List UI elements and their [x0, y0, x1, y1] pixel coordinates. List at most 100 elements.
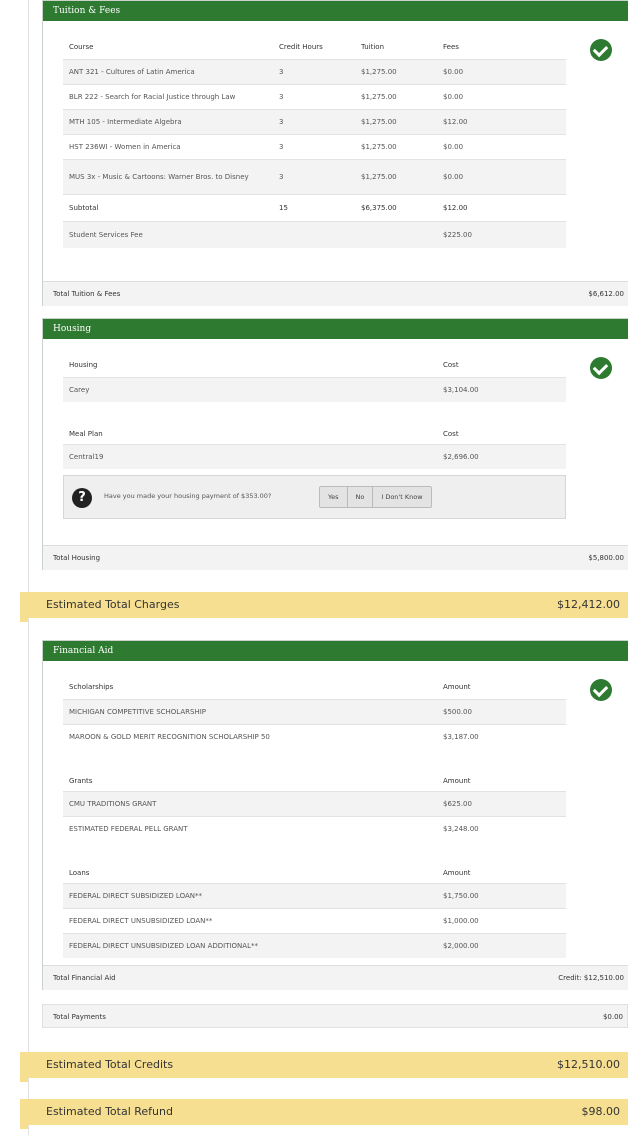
- left-rail: [28, 0, 29, 1135]
- fees-amount: $12.00: [437, 109, 566, 135]
- course-name: BLR 222 - Search for Racial Justice thro…: [63, 84, 273, 110]
- estimated-total-credits-bar: Estimated Total Credits $12,510.00: [20, 1052, 628, 1082]
- table-row: Central19 $2,696.00: [63, 444, 566, 469]
- housing-payment-question: ? Have you made your housing payment of …: [63, 475, 566, 519]
- aid-name: MAROON & GOLD MERIT RECOGNITION SCHOLARS…: [63, 724, 437, 749]
- housing-total-value: $5,800.00: [588, 554, 624, 562]
- housing-total-label: Total Housing: [53, 554, 101, 562]
- tuition-total-row: Total Tuition & Fees $6,612.00: [43, 281, 628, 306]
- tuition-amount: $1,275.00: [355, 159, 437, 195]
- credit-hours: 3: [273, 159, 355, 195]
- housing-name: Carey: [63, 377, 437, 402]
- tuition-total-value: $6,612.00: [588, 290, 624, 298]
- table-header-row: Loans Amount: [63, 841, 566, 884]
- financial-aid-total-label: Total Financial Aid: [53, 974, 116, 982]
- column-header: Cost: [443, 361, 459, 369]
- estimated-total-credits-value: $12,510.00: [557, 1058, 620, 1071]
- aid-name: FEDERAL DIRECT UNSUBSIDIZED LOAN ADDITIO…: [63, 933, 437, 958]
- course-name: ANT 321 - Cultures of Latin America: [63, 59, 273, 85]
- tuition-panel: Tuition & Fees Course Credit Hours Tuiti…: [42, 0, 628, 306]
- financial-aid-panel-title: Financial Aid: [43, 641, 628, 661]
- ribbon-tab: [20, 1099, 28, 1129]
- table-row: FEDERAL DIRECT UNSUBSIDIZED LOAN** $1,00…: [63, 908, 566, 934]
- tuition-amount: $1,275.00: [355, 109, 437, 135]
- subtotal-row: Subtotal 15 $6,375.00 $12.00: [63, 194, 566, 222]
- total-payments-value: $0.00: [602, 1013, 623, 1021]
- answer-button-group: Yes No I Don't Know: [319, 486, 432, 508]
- column-header: Tuition: [361, 43, 385, 51]
- no-button[interactable]: No: [348, 487, 374, 507]
- table-row: ANT 321 - Cultures of Latin America 3 $1…: [63, 59, 566, 85]
- housing-total-row: Total Housing $5,800.00: [43, 545, 628, 570]
- table-header-row: Meal Plan Cost: [63, 402, 566, 445]
- table-header-row: Course Credit Hours Tuition Fees: [63, 35, 566, 60]
- total-payments-label: Total Payments: [53, 1013, 106, 1021]
- aid-amount: $3,187.00: [437, 724, 566, 749]
- tuition-table: Course Credit Hours Tuition Fees ANT 321…: [63, 35, 566, 248]
- estimated-total-charges-bar: Estimated Total Charges $12,412.00: [20, 592, 628, 622]
- service-fee-row: Student Services Fee $225.00: [63, 221, 566, 248]
- tuition-panel-title: Tuition & Fees: [43, 1, 628, 21]
- question-icon: ?: [72, 488, 92, 508]
- tuition-total-label: Total Tuition & Fees: [53, 290, 121, 298]
- aid-amount: $625.00: [437, 791, 566, 817]
- subtotal-fees: $12.00: [437, 194, 566, 222]
- column-header: Amount: [443, 683, 471, 691]
- aid-amount: $500.00: [437, 699, 566, 725]
- column-header: Amount: [443, 869, 471, 877]
- aid-name: CMU TRADITIONS GRANT: [63, 791, 437, 817]
- housing-panel: Housing Housing Cost Carey $3,104.00 Mea…: [42, 318, 628, 570]
- financial-aid-panel: Financial Aid Scholarships Amount MICHIG…: [42, 640, 628, 990]
- tuition-amount: $1,275.00: [355, 134, 437, 160]
- fees-amount: $0.00: [437, 159, 566, 195]
- subtotal-hours: 15: [273, 194, 355, 222]
- aid-name: ESTIMATED FEDERAL PELL GRANT: [63, 816, 437, 841]
- estimated-total-charges-label: Estimated Total Charges: [46, 598, 180, 611]
- credit-hours: 3: [273, 134, 355, 160]
- estimated-total-refund-label: Estimated Total Refund: [46, 1105, 173, 1118]
- course-name: MTH 105 - Intermediate Algebra: [63, 109, 273, 135]
- aid-name: FEDERAL DIRECT UNSUBSIDIZED LOAN**: [63, 908, 437, 934]
- column-header: Amount: [443, 777, 471, 785]
- credit-hours: 3: [273, 109, 355, 135]
- column-header: Cost: [443, 430, 459, 438]
- column-header: Grants: [69, 777, 93, 785]
- aid-amount: $1,000.00: [437, 908, 566, 934]
- table-header-row: Grants Amount: [63, 749, 566, 792]
- table-row: ESTIMATED FEDERAL PELL GRANT $3,248.00: [63, 816, 566, 841]
- yes-button[interactable]: Yes: [320, 487, 348, 507]
- meal-plan-cost: $2,696.00: [437, 444, 566, 469]
- fees-amount: $0.00: [437, 134, 566, 160]
- estimated-total-charges-value: $12,412.00: [557, 598, 620, 611]
- credit-hours: 3: [273, 59, 355, 85]
- column-header: Housing: [69, 361, 98, 369]
- fees-amount: $0.00: [437, 84, 566, 110]
- dont-know-button[interactable]: I Don't Know: [373, 487, 430, 507]
- estimated-total-refund-value: $98.00: [581, 1105, 621, 1118]
- service-fee-amount: $225.00: [437, 221, 566, 248]
- subtotal-label: Subtotal: [63, 194, 273, 222]
- ribbon-tab: [20, 1052, 28, 1082]
- table-row: MAROON & GOLD MERIT RECOGNITION SCHOLARS…: [63, 724, 566, 749]
- table-row: CMU TRADITIONS GRANT $625.00: [63, 791, 566, 817]
- meal-plan-name: Central19: [63, 444, 437, 469]
- table-row: MICHIGAN COMPETITIVE SCHOLARSHIP $500.00: [63, 699, 566, 725]
- complete-check-icon: [590, 679, 612, 701]
- subtotal-tuition: $6,375.00: [355, 194, 437, 222]
- table-row: BLR 222 - Search for Racial Justice thro…: [63, 84, 566, 110]
- table-row: MUS 3x - Music & Cartoons: Warner Bros. …: [63, 159, 566, 195]
- column-header: Credit Hours: [279, 43, 323, 51]
- tuition-amount: $1,275.00: [355, 84, 437, 110]
- table-row: Carey $3,104.00: [63, 377, 566, 402]
- question-text: Have you made your housing payment of $3…: [104, 492, 272, 500]
- table-row: MTH 105 - Intermediate Algebra 3 $1,275.…: [63, 109, 566, 135]
- tuition-amount: $1,275.00: [355, 59, 437, 85]
- complete-check-icon: [590, 357, 612, 379]
- housing-panel-title: Housing: [43, 319, 628, 339]
- aid-name: FEDERAL DIRECT SUBSIDIZED LOAN**: [63, 883, 437, 909]
- table-header-row: Housing Cost: [63, 353, 566, 378]
- course-name: HST 236WI - Women in America: [63, 134, 273, 160]
- aid-amount: $2,000.00: [437, 933, 566, 958]
- column-header: Loans: [69, 869, 90, 877]
- service-fee-label: Student Services Fee: [63, 221, 437, 248]
